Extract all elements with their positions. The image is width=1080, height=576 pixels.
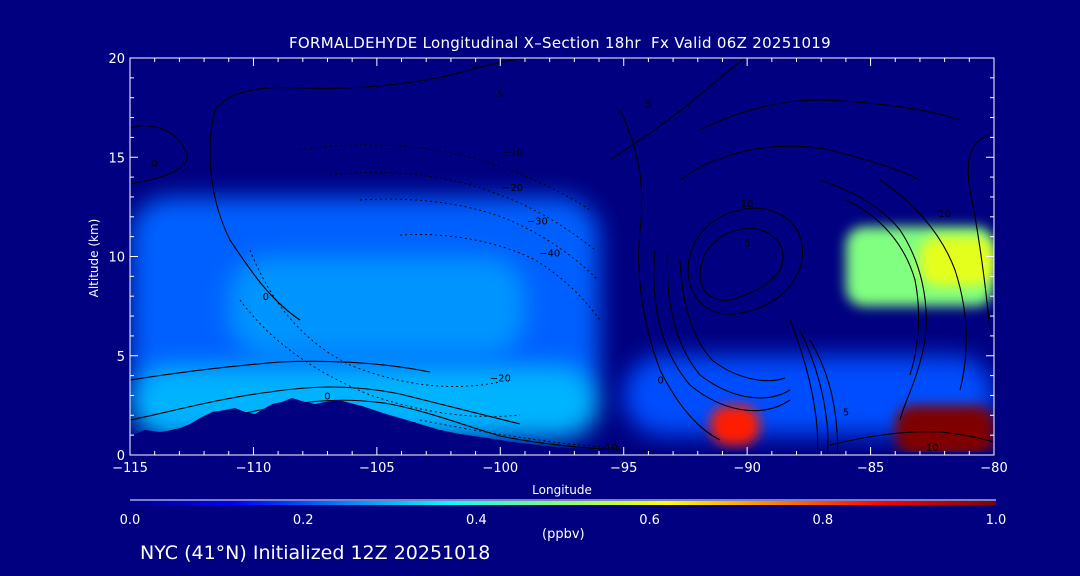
contour-label: −20 <box>490 374 511 385</box>
contour-label: 5 <box>843 407 849 418</box>
chart-svg: 000000555510101010−10−20−30−40−20 −115−1… <box>87 52 1008 528</box>
x-tick-label: −105 <box>359 461 395 476</box>
contour-label: −30 <box>527 217 548 228</box>
x-tick-label: −100 <box>482 461 518 476</box>
colorbar-unit-label: (ppbv) <box>542 527 585 542</box>
contour-label: −10 <box>502 147 523 158</box>
colorbar-ticks: 0.0 0.2 0.4 0.6 0.8 1.0 <box>120 513 1007 528</box>
colorbar-tick-label: 0.6 <box>639 513 660 528</box>
contour-label: 10 <box>938 209 951 220</box>
field-region <box>919 236 994 287</box>
x-tick-label: −110 <box>236 461 272 476</box>
contour-label: −40 <box>539 249 560 260</box>
colorbar <box>130 501 996 505</box>
colorbar-tick-label: 0.4 <box>466 513 487 528</box>
field-layer: 000000555510101010−10−20−30−40−20 <box>130 58 994 455</box>
x-tick-label: −85 <box>857 461 884 476</box>
y-tick-label: 15 <box>108 151 125 166</box>
contour-label: −20 <box>502 183 523 194</box>
footer-caption: NYC (41°N) Initialized 12Z 20251018 <box>140 542 491 564</box>
x-axis-label: Longitude <box>532 483 592 497</box>
colorbar-tick-label: 0.8 <box>812 513 833 528</box>
contour-label: 0 <box>324 391 330 402</box>
x-tick-label: −95 <box>610 461 637 476</box>
contour-label: 5 <box>497 90 503 101</box>
y-tick-label: 10 <box>108 251 125 266</box>
colorbar-tick-label: 0.0 <box>120 513 141 528</box>
x-tick-label: −90 <box>733 461 760 476</box>
y-tick-label: 20 <box>108 52 125 67</box>
contour-label: 0 <box>658 376 664 387</box>
y-tick-label: 0 <box>117 449 125 464</box>
contour-label: 0 <box>151 159 157 170</box>
x-tick-label: −80 <box>980 461 1007 476</box>
y-tick-label: 5 <box>117 350 125 365</box>
colorbar-tick-label: 0.2 <box>293 513 314 528</box>
contour-label: 5 <box>744 239 750 250</box>
y-axis-label: Altitude (km) <box>87 219 101 298</box>
field-region <box>228 256 525 356</box>
contour-label: 0 <box>263 292 269 303</box>
contour-label: 5 <box>645 100 651 111</box>
colorbar-tick-label: 1.0 <box>986 513 1007 528</box>
field-region <box>895 405 994 455</box>
contour-label: 10 <box>741 199 754 210</box>
